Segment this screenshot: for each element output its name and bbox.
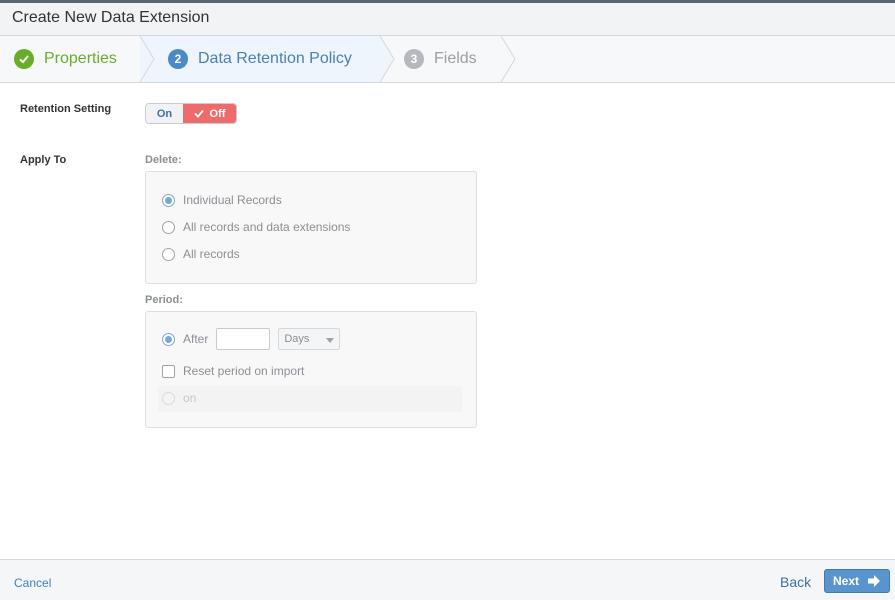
step-data-retention-policy[interactable]: 2 Data Retention Policy [168, 36, 352, 82]
option-all-records-and-data-extensions[interactable]: All records and data extensions [162, 220, 350, 234]
step-number: 3 [404, 49, 424, 69]
arrow-right-icon [868, 575, 880, 587]
reset-period-checkbox[interactable] [162, 364, 175, 378]
radio-button[interactable] [162, 220, 175, 234]
radio-button[interactable] [162, 391, 175, 405]
period-unit-select[interactable]: Days [278, 328, 341, 350]
option-individual-records[interactable]: Individual Records [162, 193, 282, 207]
on-date-row [158, 386, 462, 412]
wizard-steps: Properties 2 Data Retention Policy 3 Fie… [0, 36, 895, 83]
step-label: Properties [44, 50, 117, 67]
radio-button[interactable] [162, 193, 175, 207]
step-separator-icon [500, 36, 516, 82]
option-label: All records and data extensions [183, 220, 351, 234]
dialog-title-bar: Create New Data Extension [0, 0, 895, 36]
retention-setting-label: Retention Setting [20, 103, 112, 115]
option-reset-period[interactable]: Reset period on import [162, 364, 304, 378]
next-button[interactable]: Next [824, 569, 890, 593]
option-after[interactable]: After Days [162, 328, 341, 350]
delete-options-panel: Individual Records All records and data … [145, 171, 477, 284]
on-date-label: on [183, 391, 197, 405]
option-on-date[interactable]: on [162, 391, 196, 405]
period-unit-value: Days [284, 333, 310, 345]
step-label: Fields [434, 50, 477, 67]
apply-to-label: Apply To [20, 154, 67, 166]
retention-toggle[interactable]: On Off [145, 103, 237, 124]
reset-period-label: Reset period on import [183, 364, 305, 378]
delete-section-label: Delete: [145, 154, 182, 166]
radio-button[interactable] [162, 332, 175, 346]
chevron-down-icon [326, 338, 335, 343]
step-label: Data Retention Policy [198, 50, 352, 67]
radio-button[interactable] [162, 247, 175, 261]
option-label: All records [183, 247, 240, 261]
period-options-panel: After Days Reset period on import on [145, 311, 477, 428]
step-fields[interactable]: 3 Fields [404, 36, 477, 82]
back-button[interactable]: Back [780, 574, 811, 590]
dialog-footer: Cancel Back Next [0, 559, 895, 600]
step-properties[interactable]: Properties [14, 36, 117, 82]
toggle-on-option[interactable]: On [146, 104, 183, 123]
step-number: 2 [168, 49, 188, 69]
period-number-input[interactable] [216, 328, 271, 350]
checkmark-icon [14, 49, 34, 69]
step-separator-icon [139, 36, 155, 82]
dialog-title: Create New Data Extension [12, 9, 210, 26]
toggle-off-label: Off [209, 107, 226, 120]
period-section-label: Period: [145, 294, 183, 306]
toggle-off-option[interactable]: Off [183, 104, 236, 123]
checkmark-icon [193, 109, 204, 118]
after-label: After [183, 332, 209, 346]
cancel-link[interactable]: Cancel [14, 576, 51, 590]
next-label: Next [833, 574, 860, 588]
step-separator-icon [376, 36, 395, 82]
option-label: Individual Records [183, 193, 282, 207]
option-all-records[interactable]: All records [162, 247, 240, 261]
